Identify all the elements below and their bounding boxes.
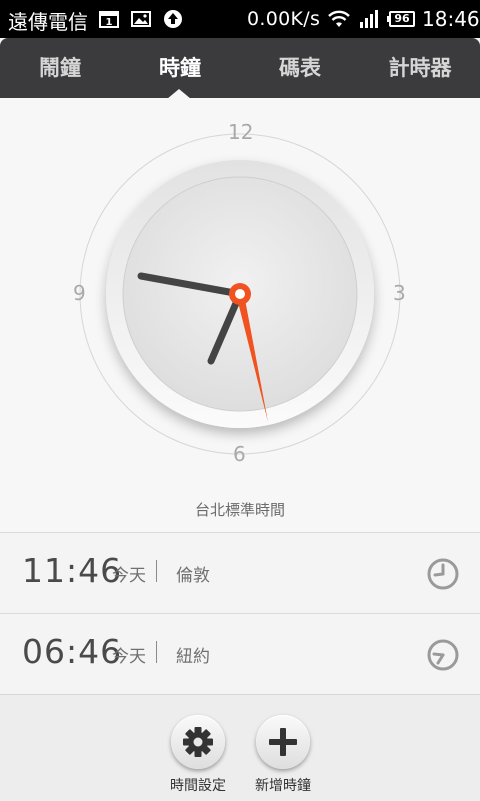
city-time: 06:46 [22, 632, 123, 671]
status-bar: 遠傳電信 1 0.00K/s 96 18:46 [0, 0, 480, 38]
divider [156, 560, 157, 582]
battery-icon: 96 [387, 11, 415, 27]
list-item[interactable]: 11:46 今天 倫敦 [0, 532, 480, 613]
dial-label-3: 3 [393, 281, 406, 305]
tab-bar: 鬧鐘 時鐘 碼表 計時器 [0, 38, 480, 98]
city-day: 今天 [112, 566, 146, 586]
tab-stopwatch[interactable]: 碼表 [240, 38, 360, 98]
list-item[interactable]: 06:46 今天 紐約 [0, 613, 480, 694]
upload-icon [164, 10, 182, 28]
time-settings-button[interactable] [171, 715, 225, 769]
signal-icon [360, 10, 378, 28]
divider [156, 641, 157, 663]
dial-label-6: 6 [233, 442, 246, 466]
city-day: 今天 [112, 647, 146, 667]
clock-icon [427, 639, 459, 671]
tab-timer[interactable]: 計時器 [360, 38, 480, 98]
city-name: 倫敦 [176, 566, 210, 586]
status-time: 18:46 [422, 7, 480, 31]
add-clock-label: 新增時鐘 [255, 778, 311, 794]
dial-label-12: 12 [228, 120, 254, 144]
svg-text:1: 1 [106, 17, 113, 28]
gear-icon [183, 727, 213, 757]
city-time: 11:46 [22, 551, 123, 590]
plus-icon [269, 728, 297, 756]
tab-alarm[interactable]: 鬧鐘 [0, 38, 120, 98]
bottom-action-bar: 時間設定 新增時鐘 [0, 694, 480, 801]
timezone-label: 台北標準時間 [194, 501, 285, 519]
dial-label-9: 9 [73, 281, 86, 305]
active-tab-indicator [167, 89, 191, 99]
gallery-icon [131, 11, 151, 27]
network-speed: 0.00K/s [247, 8, 321, 30]
city-name: 紐約 [176, 647, 210, 667]
time-settings-label: 時間設定 [170, 778, 226, 794]
clock-panel: 12 3 6 9 台北標準時間 [0, 98, 480, 532]
add-clock-button[interactable] [256, 715, 310, 769]
analog-clock [79, 133, 401, 455]
carrier-name: 遠傳電信 [8, 10, 88, 34]
wifi-icon [328, 10, 350, 27]
clock-icon [427, 558, 459, 590]
calendar-icon: 1 [99, 11, 119, 28]
